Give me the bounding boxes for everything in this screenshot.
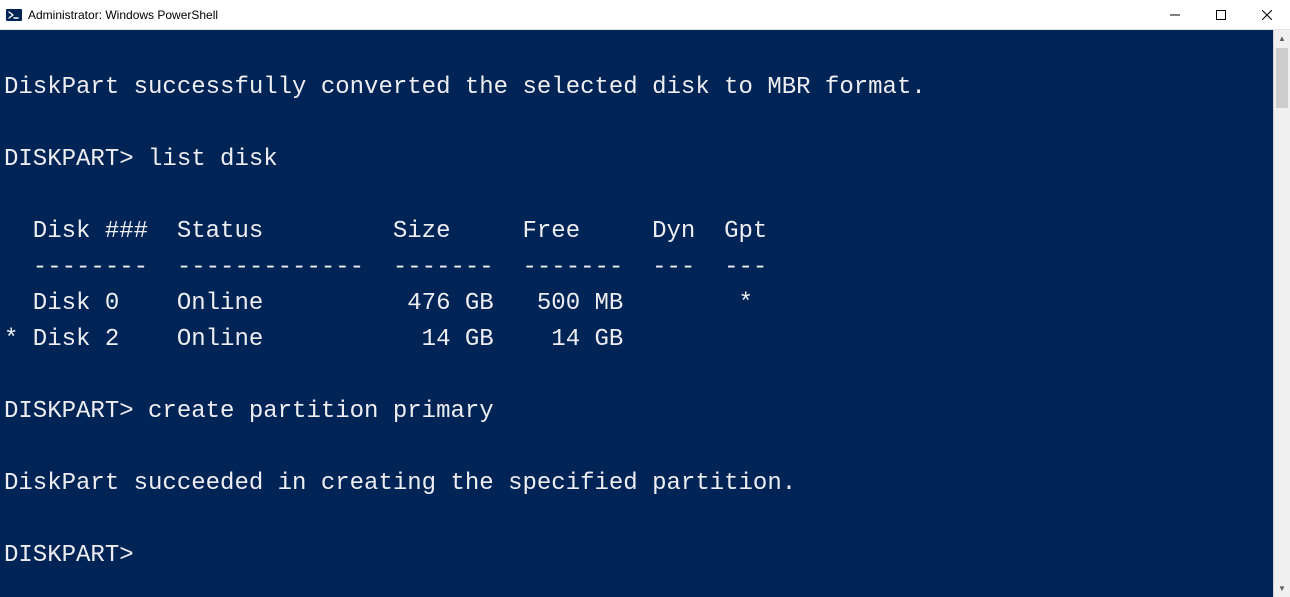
minimize-button[interactable] [1152, 0, 1198, 29]
scroll-thumb[interactable] [1276, 48, 1288, 108]
maximize-button[interactable] [1198, 0, 1244, 29]
titlebar[interactable]: Administrator: Windows PowerShell [0, 0, 1290, 30]
window-controls [1152, 0, 1290, 29]
scroll-down-arrow[interactable]: ▼ [1274, 580, 1290, 597]
client-area: DiskPart successfully converted the sele… [0, 30, 1290, 597]
vertical-scrollbar[interactable]: ▲ ▼ [1273, 30, 1290, 597]
powershell-icon [6, 7, 22, 23]
scroll-up-arrow[interactable]: ▲ [1274, 30, 1290, 47]
console-output[interactable]: DiskPart successfully converted the sele… [0, 30, 1273, 597]
window-title: Administrator: Windows PowerShell [28, 8, 218, 22]
close-button[interactable] [1244, 0, 1290, 29]
